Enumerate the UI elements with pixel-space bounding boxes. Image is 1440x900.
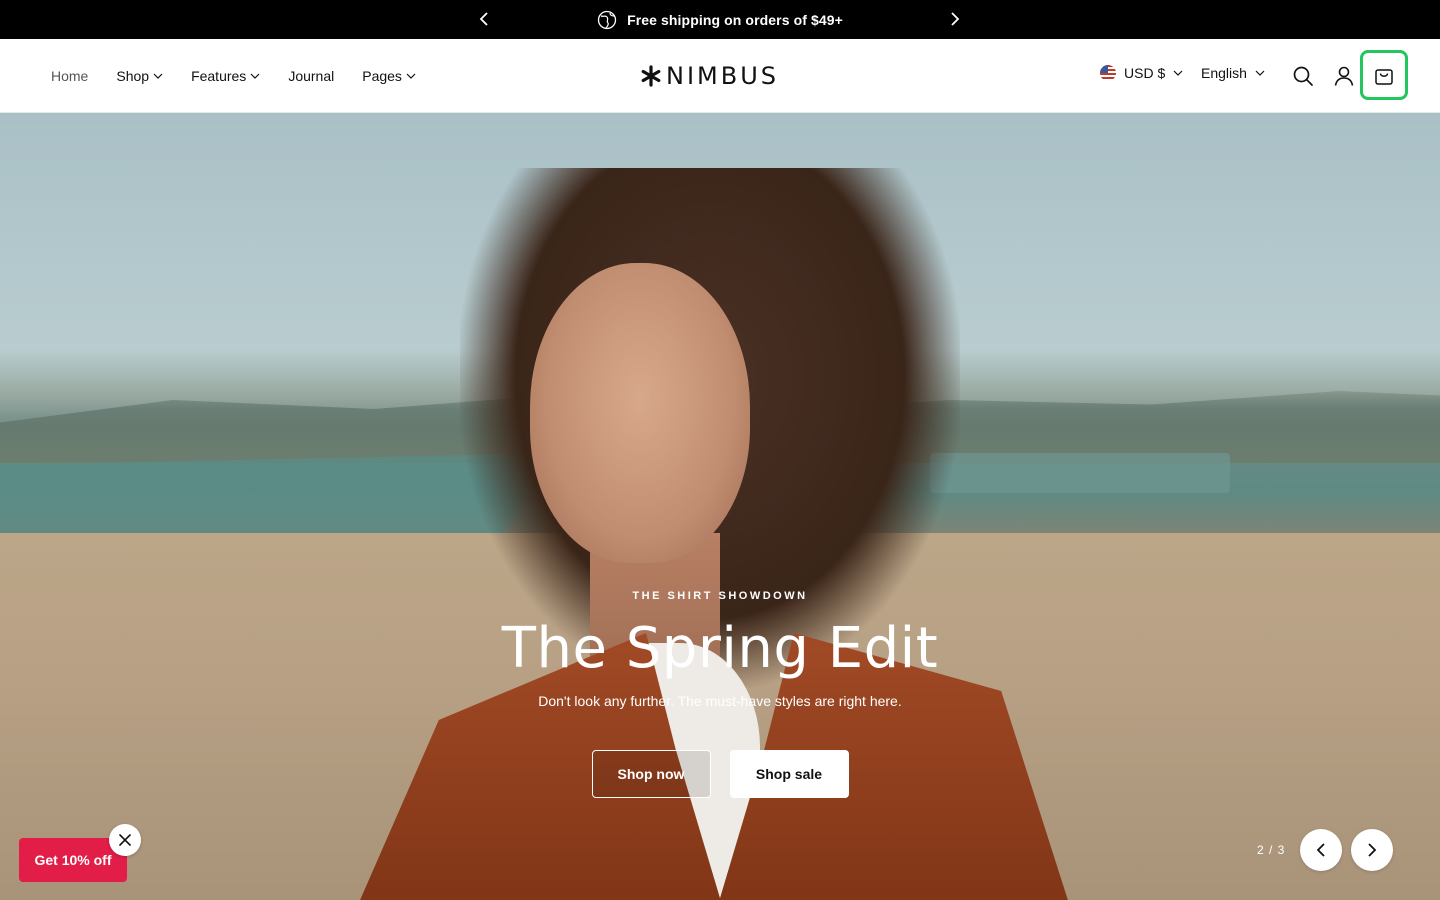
promo-close-button[interactable] [109,824,141,856]
announcement-text: Free shipping on orders of $49+ [627,11,843,28]
hero-eyebrow: THE SHIRT SHOWDOWN [632,590,808,602]
chevron-down-icon [250,73,260,79]
site-header: Home Shop Features Journal Pages NIMBUS [0,39,1440,113]
announcement-prev-button[interactable] [474,9,494,29]
hero-headline: The Spring Edit [501,616,939,681]
nav-shop[interactable]: Shop [116,68,163,84]
chevron-left-icon [479,12,488,26]
nav-journal-label: Journal [288,68,335,84]
hero-slideshow: THE SHIRT SHOWDOWN The Spring Edit Don't… [0,113,1440,900]
slide-next-button[interactable] [1351,829,1393,871]
shop-sale-button[interactable]: Shop sale [729,750,849,798]
asterisk-logo-icon [641,65,661,87]
globe-icon [597,10,617,29]
us-flag-icon [1100,65,1116,81]
account-icon [1334,66,1354,86]
nav-home-label: Home [51,68,89,84]
currency-value: USD $ [1124,65,1166,81]
hero-content: THE SHIRT SHOWDOWN The Spring Edit Don't… [0,590,1440,798]
slide-prev-button[interactable] [1300,829,1342,871]
announcement-message: Free shipping on orders of $49+ [597,10,843,30]
account-button[interactable] [1329,61,1359,91]
hero-image-face [530,263,750,563]
search-icon [1293,66,1313,86]
chevron-down-icon [1255,70,1265,76]
chevron-down-icon [153,73,163,79]
shop-now-button[interactable]: Shop now [591,750,711,798]
nav-features[interactable]: Features [191,68,260,84]
chevron-right-icon [951,12,960,26]
main-nav: Home Shop Features Journal Pages [51,39,416,113]
site-logo[interactable]: NIMBUS [640,61,779,91]
announcement-bar: Free shipping on orders of $49+ [0,0,1440,39]
nav-features-label: Features [191,68,247,84]
nav-pages[interactable]: Pages [362,68,416,84]
nav-home[interactable]: Home [51,68,88,84]
chevron-left-icon [1316,843,1325,857]
search-button[interactable] [1288,61,1318,91]
announcement-next-button[interactable] [945,9,965,29]
close-icon [119,834,131,846]
hero-subtext: Don't look any further. The must-have st… [538,693,902,709]
chevron-down-icon [406,73,416,79]
nav-shop-label: Shop [116,68,150,84]
language-value: English [1201,65,1247,81]
chevron-right-icon [1368,843,1377,857]
language-selector[interactable]: English [1201,65,1265,81]
chevron-down-icon [1173,70,1183,76]
cart-button[interactable] [1360,50,1408,100]
hero-image-lake-right [930,453,1230,493]
hero-ctas: Shop now Shop sale [0,750,1440,798]
logo-wordmark: NIMBUS [666,62,780,90]
cart-icon [1375,69,1393,85]
currency-selector[interactable]: USD $ [1100,65,1183,81]
slide-counter: 2 / 3 [1257,843,1286,857]
nav-pages-label: Pages [362,68,402,84]
nav-journal[interactable]: Journal [288,68,334,84]
